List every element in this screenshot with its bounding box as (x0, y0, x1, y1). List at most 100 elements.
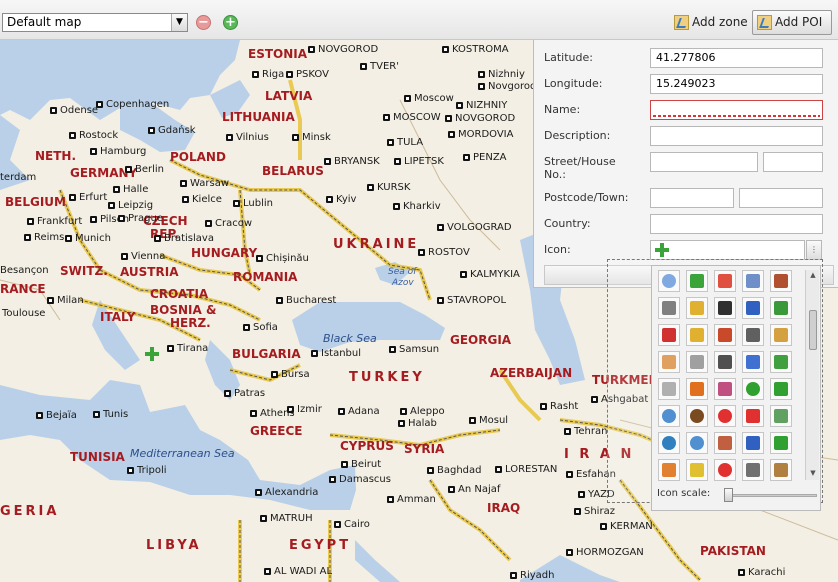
icon-option-cross[interactable] (742, 405, 764, 427)
add-map-button[interactable]: + (223, 15, 238, 30)
city-marker (250, 410, 257, 417)
car-orange-icon (690, 382, 704, 396)
icon-option-flag-blue[interactable] (742, 432, 764, 454)
icon-option-stop[interactable] (714, 459, 736, 481)
scroll-up-icon[interactable]: ▲ (808, 271, 818, 281)
car-gray-icon (662, 382, 676, 396)
city-label: BRYANSK (334, 156, 380, 167)
street-field[interactable] (650, 152, 758, 172)
city-label: Odense (60, 105, 99, 116)
description-field[interactable] (650, 126, 823, 146)
icon-option-document-check[interactable] (770, 405, 792, 427)
city-label: Beirut (351, 459, 382, 470)
latitude-field[interactable]: 41.277806 (650, 48, 823, 68)
icon-option-info[interactable] (658, 270, 680, 292)
icon-option-car-gray[interactable] (658, 378, 680, 400)
city-marker (574, 508, 581, 515)
icon-option-globe[interactable] (658, 432, 680, 454)
map-select[interactable]: Default map ▼ (2, 13, 188, 32)
icon-option-box[interactable] (770, 324, 792, 346)
poi-marker-plus-icon[interactable] (145, 347, 159, 361)
add-poi-button[interactable]: Add POI (752, 10, 832, 35)
city-label: Gdańsk (158, 125, 196, 136)
city-marker (478, 83, 485, 90)
city-marker (69, 194, 76, 201)
city-marker (341, 461, 348, 468)
icon-option-book-yellow[interactable] (686, 324, 708, 346)
city-marker (286, 71, 293, 78)
icon-option-building[interactable] (742, 459, 764, 481)
icon-option-alarm-clock[interactable] (714, 270, 736, 292)
city-marker (437, 297, 444, 304)
city-marker (121, 253, 128, 260)
remove-map-button[interactable]: − (196, 15, 211, 30)
city-marker (233, 200, 240, 207)
icon-option-check[interactable] (770, 378, 792, 400)
icon-option-car-blue[interactable] (742, 351, 764, 373)
icon-scale-slider-track[interactable] (724, 494, 817, 497)
icon-option-car[interactable] (742, 270, 764, 292)
icon-picker-trigger-button[interactable]: ⋮ (806, 240, 822, 260)
flag-blue-icon (746, 436, 760, 450)
icon-option-trash[interactable] (658, 297, 680, 319)
name-field[interactable] (650, 100, 823, 120)
city-marker (326, 196, 333, 203)
icon-option-camera[interactable] (742, 324, 764, 346)
city-marker (427, 467, 434, 474)
icon-picker-panel: ▲ ▼ Icon scale: (651, 265, 821, 511)
city-label: LIPETSK (404, 156, 444, 167)
scroll-thumb[interactable] (809, 310, 817, 350)
icon-picker-scrollbar[interactable]: ▲ ▼ (805, 270, 819, 480)
app-root: ESTONIA LATVIA LITHUANIA BELARUS POLAND GERMA… (0, 0, 838, 582)
icon-option-gift[interactable] (714, 378, 736, 400)
icon-option-user-gray[interactable] (686, 351, 708, 373)
city-marker (90, 148, 97, 155)
town-field[interactable] (739, 188, 823, 208)
house-number-field[interactable] (763, 152, 823, 172)
icon-option-webcam[interactable] (714, 351, 736, 373)
brick-icon (718, 328, 732, 342)
icon-option-globe-grid[interactable] (686, 432, 708, 454)
scroll-down-icon[interactable]: ▼ (808, 469, 818, 479)
city-label: Milan (57, 295, 84, 306)
icon-picker-dropdown: ▲ ▼ Icon scale: (607, 259, 823, 511)
city-label: Kharkiv (403, 201, 441, 212)
icon-scale-slider-thumb[interactable] (724, 488, 733, 502)
country-label: POLAND (170, 150, 226, 164)
icon-option-flag-orange[interactable] (658, 459, 680, 481)
country-label: IRAQ (487, 501, 521, 515)
country-field[interactable] (650, 214, 823, 234)
icon-option-flag-yellow[interactable] (686, 459, 708, 481)
icon-field[interactable] (650, 240, 805, 260)
icon-option-user[interactable] (658, 351, 680, 373)
icon-option-factory[interactable] (714, 432, 736, 454)
icon-option-clock[interactable] (658, 405, 680, 427)
icon-option-check-circle[interactable] (742, 378, 764, 400)
icon-option-car-orange[interactable] (686, 378, 708, 400)
chevron-down-icon[interactable]: ▼ (171, 14, 187, 31)
icon-option-car-green[interactable] (770, 351, 792, 373)
icon-option-book-blue[interactable] (742, 297, 764, 319)
icon-option-brick[interactable] (714, 324, 736, 346)
longitude-field[interactable]: 15.249023 (650, 74, 823, 94)
icon-option-bell[interactable] (686, 297, 708, 319)
icon-option-flag-green[interactable] (770, 432, 792, 454)
city-label: NIZHNIY (466, 100, 508, 111)
icon-option-plus[interactable] (686, 270, 708, 292)
icon-option-coffee[interactable] (686, 405, 708, 427)
postcode-field[interactable] (650, 188, 734, 208)
add-zone-button[interactable]: Add zone (669, 10, 754, 35)
city-label: Cairo (344, 519, 370, 530)
city-label: Halab (408, 418, 437, 429)
icon-option-bomb[interactable] (714, 297, 736, 319)
city-label: KURSK (377, 182, 411, 193)
icon-option-mailbox[interactable] (770, 270, 792, 292)
icon-option-tools[interactable] (770, 459, 792, 481)
city-label: Munich (75, 233, 111, 244)
icon-option-book-red[interactable] (658, 324, 680, 346)
icon-option-book-green[interactable] (770, 297, 792, 319)
box-icon (774, 328, 788, 342)
city-label: Toulouse (2, 308, 46, 319)
icon-option-delete-circle[interactable] (714, 405, 736, 427)
selected-plus-icon (655, 243, 669, 257)
